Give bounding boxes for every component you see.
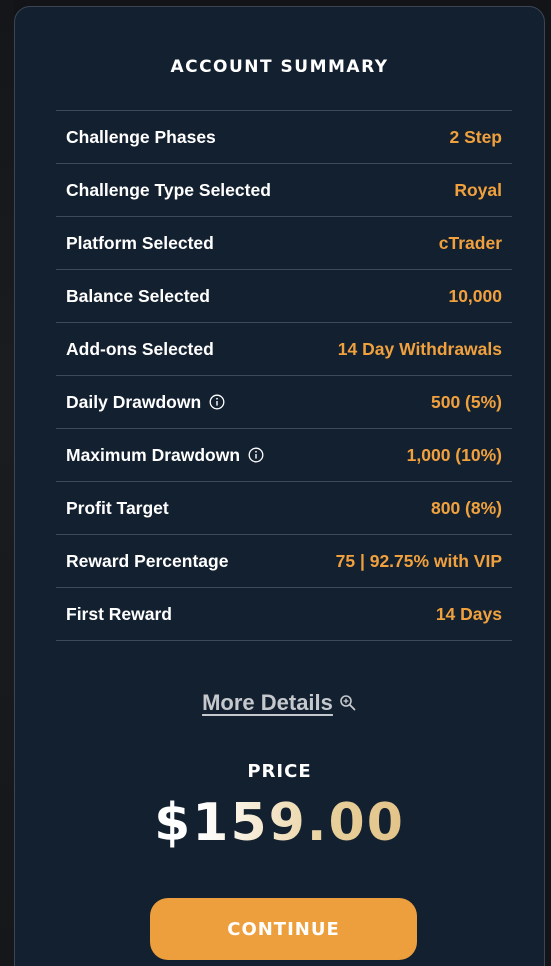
summary-row-label-text: Maximum Drawdown xyxy=(66,444,241,465)
summary-row-label-text: Daily Drawdown xyxy=(66,391,202,412)
summary-row: Add-ons Selected 14 Day Withdrawals xyxy=(56,323,512,376)
summary-row-value: 75 | 92.75% with VIP xyxy=(335,550,502,571)
summary-row-value: 1,000 (10%) xyxy=(406,444,502,465)
summary-row: Challenge Phases 2 Step xyxy=(56,111,512,164)
summary-row-label-text: Challenge Phases xyxy=(66,126,216,147)
page-background xyxy=(0,0,14,966)
summary-row-label-text: Add-ons Selected xyxy=(66,338,214,359)
more-details: More Details xyxy=(15,690,544,716)
summary-row: Profit Target 800 (8%) xyxy=(56,482,512,535)
summary-row-label: Balance Selected xyxy=(66,286,210,307)
continue-button[interactable]: CONTINUE xyxy=(150,898,417,960)
summary-row-label: Platform Selected xyxy=(66,233,214,254)
summary-row-label-text: Challenge Type Selected xyxy=(66,179,271,200)
summary-row-label: First Reward xyxy=(66,604,172,625)
account-summary-card: ACCOUNT SUMMARY Challenge Phases 2 Step Ch… xyxy=(14,6,545,966)
summary-row: First Reward 14 Days xyxy=(56,588,512,641)
summary-row-value: 10,000 xyxy=(448,285,502,306)
summary-row: Reward Percentage 75 | 92.75% with VIP xyxy=(56,535,512,588)
summary-row-label: Daily Drawdown xyxy=(66,392,225,413)
summary-table: Challenge Phases 2 Step Challenge Type Sel… xyxy=(56,110,512,641)
summary-row: Daily Drawdown 500 (5%) xyxy=(56,376,512,429)
summary-row-label-text: Balance Selected xyxy=(66,285,210,306)
summary-row-value: 2 Step xyxy=(449,126,502,147)
info-icon[interactable] xyxy=(248,447,264,463)
summary-row-label: Challenge Type Selected xyxy=(66,180,271,201)
summary-row-value: 14 Days xyxy=(435,603,502,624)
summary-row-label-text: Profit Target xyxy=(66,497,169,518)
info-icon[interactable] xyxy=(209,394,225,410)
summary-row-value: Royal xyxy=(454,179,502,200)
summary-row-value: 800 (8%) xyxy=(430,497,502,518)
summary-row: Maximum Drawdown 1,000 (10%) xyxy=(56,429,512,482)
card-title: ACCOUNT SUMMARY xyxy=(170,57,389,77)
summary-row-label-text: Reward Percentage xyxy=(66,550,229,571)
summary-row-label: Add-ons Selected xyxy=(66,339,214,360)
summary-row-value: cTrader xyxy=(438,232,502,253)
summary-row-label: Maximum Drawdown xyxy=(66,445,264,466)
summary-row-label-text: Platform Selected xyxy=(66,232,214,253)
summary-row-value: 500 (5%) xyxy=(430,391,502,412)
summary-row-value: 14 Day Withdrawals xyxy=(337,338,502,359)
price-value: $159.00 xyxy=(15,793,544,853)
summary-row: Balance Selected 10,000 xyxy=(56,270,512,323)
summary-row-label: Reward Percentage xyxy=(66,551,228,572)
summary-row-label: Profit Target xyxy=(66,498,169,519)
zoom-in-icon[interactable] xyxy=(339,692,357,711)
summary-row: Platform Selected cTrader xyxy=(56,217,512,270)
summary-row: Challenge Type Selected Royal xyxy=(56,164,512,217)
more-details-link[interactable]: More Details xyxy=(202,690,333,715)
summary-row-label-text: First Reward xyxy=(66,603,172,624)
price-label: PRICE xyxy=(247,761,312,782)
summary-row-label: Challenge Phases xyxy=(66,127,216,148)
